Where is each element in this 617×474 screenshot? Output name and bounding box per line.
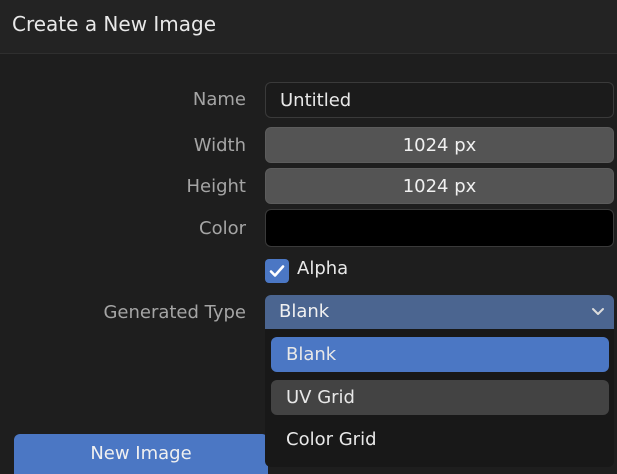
generated-type-value: Blank: [279, 301, 330, 322]
width-value: 1024 px: [402, 135, 477, 156]
height-field[interactable]: 1024 px: [265, 168, 614, 204]
generated-type-label: Generated Type: [103, 302, 246, 323]
name-field[interactable]: Untitled: [265, 82, 614, 118]
dropdown-option-color-grid[interactable]: Color Grid: [271, 422, 609, 457]
width-field[interactable]: 1024 px: [265, 127, 614, 163]
dropdown-option-uv-grid[interactable]: UV Grid: [271, 380, 609, 415]
dialog-title: Create a New Image: [12, 12, 217, 36]
color-swatch[interactable]: [265, 209, 614, 247]
option-label: UV Grid: [286, 387, 355, 408]
width-label: Width: [193, 135, 246, 156]
chevron-down-icon: [592, 308, 604, 315]
height-label: Height: [186, 176, 246, 197]
generated-type-dropdown: Blank UV Grid Color Grid: [265, 329, 614, 467]
dropdown-option-blank[interactable]: Blank: [271, 337, 609, 372]
option-label: Color Grid: [286, 429, 377, 450]
name-value: Untitled: [280, 90, 352, 111]
new-image-button[interactable]: New Image: [14, 434, 268, 474]
height-value: 1024 px: [402, 176, 477, 197]
create-image-dialog: Create a New Image Name Untitled Width 1…: [0, 0, 617, 474]
alpha-checkbox[interactable]: [265, 259, 289, 283]
option-label: Blank: [286, 344, 337, 365]
new-image-button-label: New Image: [90, 443, 192, 464]
check-icon: [269, 265, 285, 277]
alpha-label: Alpha: [297, 258, 349, 279]
color-label: Color: [199, 218, 246, 239]
name-label: Name: [192, 89, 246, 110]
generated-type-select[interactable]: Blank: [265, 295, 614, 329]
dialog-header: Create a New Image: [0, 0, 617, 54]
